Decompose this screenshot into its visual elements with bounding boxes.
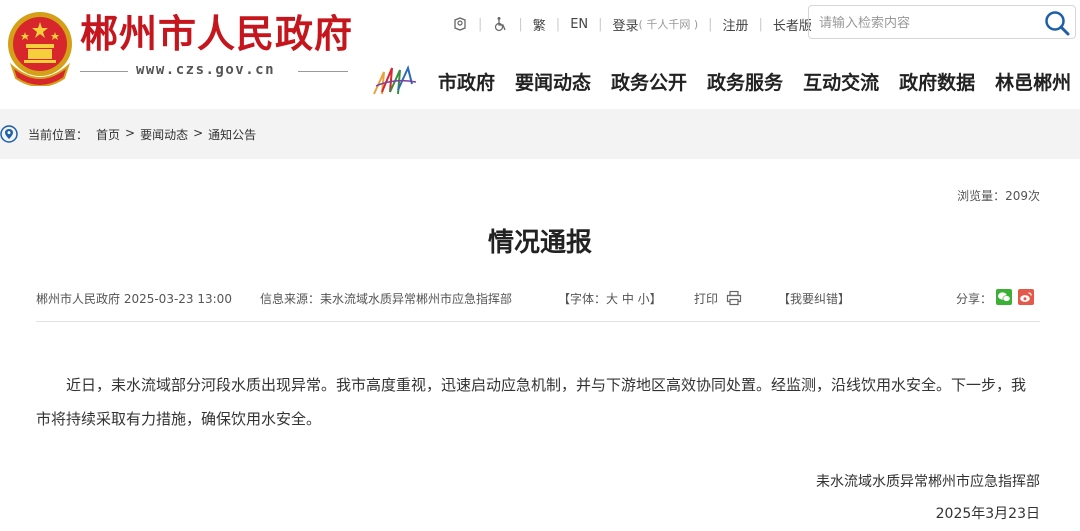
nav-item-government-affairs[interactable]: 政务公开 [603, 70, 695, 96]
traditional-chinese-link[interactable]: 繁 [533, 15, 546, 34]
separator: | [708, 16, 713, 32]
signature: 耒水流域水质异常郴州市应急指挥部 [816, 474, 1040, 490]
article-title: 情况通报 [487, 228, 592, 258]
separator: | [478, 16, 483, 32]
english-link[interactable]: EN [570, 17, 588, 32]
nav-decoration-icon [373, 64, 417, 95]
separator: | [758, 16, 763, 32]
separator: | [555, 16, 561, 32]
search-box [808, 5, 1076, 39]
info-source: 信息来源：耒水流域水质异常郴州市应急指挥部 [260, 292, 513, 306]
divider-line [80, 71, 128, 72]
separator: | [598, 16, 603, 32]
separator: | [518, 16, 523, 32]
nav-item-government-services[interactable]: 政务服务 [699, 70, 791, 96]
nav-item-city-government[interactable]: 市政府 [430, 70, 503, 96]
font-size-control[interactable]: 【字体：大 中 小】 [558, 290, 662, 307]
search-icon[interactable] [1043, 9, 1071, 37]
register-link[interactable]: 注册 [723, 15, 749, 34]
share-label: 分享： [956, 292, 993, 306]
weibo-icon[interactable] [1018, 289, 1034, 305]
sign-date: 2025年3月23日 [935, 506, 1040, 522]
wheelchair-icon[interactable] [492, 16, 508, 32]
print-link[interactable]: 打印 [694, 290, 718, 307]
wechat-icon[interactable] [996, 289, 1012, 305]
view-count: 浏览量：209次 [957, 189, 1040, 203]
breadcrumb-trail: 当前位置： 首页 > 要闻动态 > 通知公告 [28, 126, 256, 143]
nav-item-linyi-chenzhou[interactable]: 林邑郴州 [987, 70, 1079, 96]
location-pin-icon [0, 125, 18, 143]
breadcrumb-home[interactable]: 首页 [96, 126, 120, 143]
article-meta: 郴州市人民政府 2025-03-23 13:00 信息来源：耒水流域水质异常郴州… [36, 288, 1040, 312]
national-emblem-icon [8, 12, 72, 86]
elder-mode-link[interactable]: 长者版 [773, 15, 812, 34]
article-body: 近日，耒水流域部分河段水质出现异常。我市高度重视，迅速启动应急机制，并与下游地区… [36, 376, 1027, 428]
breadcrumb-label: 当前位置： [28, 128, 89, 142]
breadcrumb-news[interactable]: 要闻动态 [140, 126, 188, 143]
publisher-date: 郴州市人民政府 2025-03-23 13:00 [36, 292, 232, 306]
divider-line [36, 321, 1040, 322]
nav-item-government-data[interactable]: 政府数据 [891, 70, 983, 96]
printer-icon[interactable] [726, 290, 742, 306]
article: 浏览量：209次 情况通报 郴州市人民政府 2025-03-23 13:00 信… [0, 160, 1080, 531]
main-nav: 市政府 要闻动态 政务公开 政务服务 互动交流 政府数据 林邑郴州 [430, 70, 1080, 96]
breadcrumb-separator: > [125, 126, 136, 140]
report-error-link[interactable]: 【我要纠错】 [778, 290, 850, 307]
site-header: 郴州市人民政府 www.czs.gov.cn | | 繁 | EN | 登录 (… [0, 0, 1080, 108]
search-input[interactable] [817, 13, 1036, 33]
nav-item-interaction[interactable]: 互动交流 [795, 70, 887, 96]
divider-line [298, 71, 348, 72]
nav-item-news[interactable]: 要闻动态 [507, 70, 599, 96]
login-sub-label: ( 千人千网 ) [638, 18, 699, 31]
site-name[interactable]: 郴州市人民政府 [80, 12, 353, 56]
breadcrumb: 当前位置： 首页 > 要闻动态 > 通知公告 [0, 109, 1080, 159]
article-signature-block: 耒水流域水质异常郴州市应急指挥部 2025年3月23日 [816, 466, 1040, 530]
login-link[interactable]: 登录 [613, 15, 639, 34]
breadcrumb-notices[interactable]: 通知公告 [208, 126, 256, 143]
site-domain-row: www.czs.gov.cn [80, 60, 348, 82]
breadcrumb-separator: > [193, 126, 204, 140]
accessibility-icon[interactable] [452, 16, 468, 32]
utility-bar: | | 繁 | EN | 登录 ( 千人千网 ) | 注册 | 长者版 [452, 14, 812, 34]
site-domain: www.czs.gov.cn [136, 62, 276, 78]
